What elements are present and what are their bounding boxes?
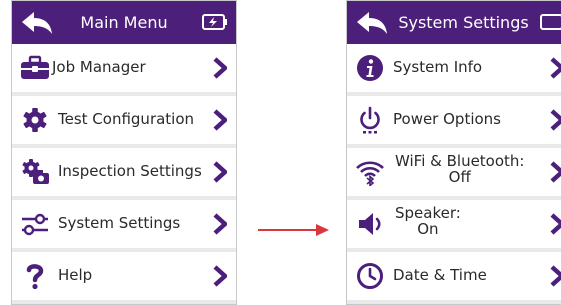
- wifi-bluetooth-icon: [356, 161, 384, 186]
- question-icon: [26, 264, 44, 290]
- menu-item-inspection-settings[interactable]: Inspection Settings: [12, 148, 236, 196]
- chevron-right-icon: [550, 109, 561, 131]
- menu-item-label: Job Manager: [52, 58, 146, 76]
- chevron-right-icon: [213, 265, 227, 287]
- main-menu-screen: Main Menu Job Manager Test Configuration…: [11, 0, 237, 305]
- sliders-icon: [22, 213, 48, 236]
- main-menu-titlebar: Main Menu: [12, 1, 236, 44]
- main-menu-list: Job Manager Test Configuration Inspectio…: [12, 44, 236, 304]
- menu-item-power-options[interactable]: Power Options: [347, 96, 561, 144]
- menu-item-help[interactable]: Help: [12, 252, 236, 300]
- menu-item-label: System Settings: [58, 214, 181, 232]
- navigation-arrow: [258, 224, 329, 236]
- menu-item-test-configuration[interactable]: Test Configuration: [12, 96, 236, 144]
- menu-item-job-manager[interactable]: Job Manager: [12, 44, 236, 92]
- system-settings-titlebar: System Settings: [347, 1, 561, 44]
- power-icon: [360, 106, 380, 134]
- gears-camera-icon: [22, 159, 49, 184]
- chevron-right-icon: [213, 213, 227, 235]
- chevron-right-icon: [213, 57, 227, 79]
- chevron-right-icon: [550, 57, 561, 79]
- menu-item-label: WiFi & Bluetooth:: [395, 152, 525, 170]
- system-settings-screen: System Settings System Info Power Option…: [346, 0, 561, 305]
- clock-icon: [357, 263, 383, 289]
- menu-item-label: Date & Time: [393, 266, 487, 284]
- battery-icon: [540, 14, 561, 30]
- speaker-label: Speaker: On: [395, 205, 461, 237]
- menu-item-speaker[interactable]: Speaker: On: [347, 200, 561, 248]
- menu-item-system-settings[interactable]: System Settings: [12, 200, 236, 248]
- system-settings-list: System Info Power Options WiFi & Bluetoo…: [347, 44, 561, 304]
- chevron-right-icon: [550, 161, 561, 183]
- info-icon: [357, 55, 383, 81]
- chevron-right-icon: [213, 109, 227, 131]
- page-title: System Settings: [398, 13, 529, 32]
- menu-item-label: Inspection Settings: [58, 162, 202, 180]
- speaker-icon: [359, 213, 381, 235]
- menu-item-label: Help: [58, 266, 93, 284]
- menu-item-label: Test Configuration: [58, 110, 195, 128]
- menu-item-label: Speaker:: [395, 204, 461, 222]
- menu-item-label: Power Options: [393, 110, 501, 128]
- briefcase-icon: [21, 55, 49, 79]
- chevron-right-icon: [550, 213, 561, 235]
- menu-item-wifi-bluetooth[interactable]: WiFi & Bluetooth: Off: [347, 148, 561, 196]
- menu-item-label: System Info: [393, 58, 483, 76]
- menu-item-value: On: [417, 220, 439, 238]
- wifi-bluetooth-label: WiFi & Bluetooth: Off: [395, 153, 524, 185]
- menu-item-value: Off: [448, 168, 471, 186]
- chevron-right-icon: [213, 161, 227, 183]
- chevron-right-icon: [550, 265, 561, 287]
- gear-icon: [23, 108, 47, 132]
- menu-item-date-time[interactable]: Date & Time: [347, 252, 561, 300]
- battery-charging-icon: [202, 14, 227, 30]
- menu-item-system-info[interactable]: System Info: [347, 44, 561, 92]
